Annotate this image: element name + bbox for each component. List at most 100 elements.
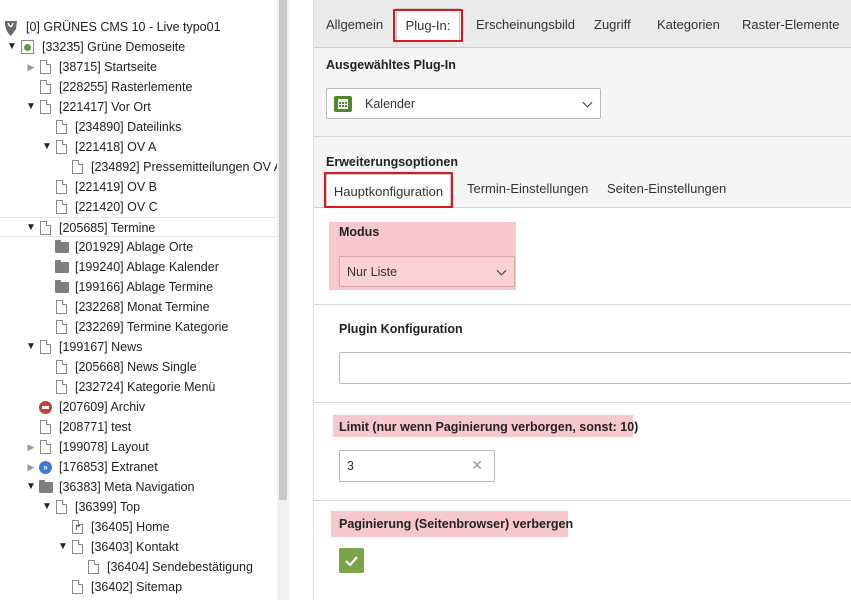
expand-toggle-icon[interactable]: ▶	[25, 457, 37, 477]
page-icon[interactable]	[55, 140, 69, 156]
collapse-toggle-icon[interactable]: ▼	[6, 37, 18, 57]
tree-node-label[interactable]: [221419] OV B	[75, 177, 157, 197]
page-icon[interactable]	[55, 500, 69, 516]
site-root-icon[interactable]	[21, 40, 35, 56]
tree-node[interactable]: ▼ [221417] Vor Ort	[0, 97, 277, 117]
tree-node-label[interactable]: [0] GRÜNES CMS 10 - Live typo01	[26, 17, 221, 37]
typo3-logo-icon[interactable]	[4, 20, 18, 36]
tree-node[interactable]: ▼ [36399] Top	[0, 497, 277, 517]
tree-node-label[interactable]: [221417] Vor Ort	[59, 97, 151, 117]
page-icon[interactable]	[39, 100, 53, 116]
tree-node[interactable]: [199240] Ablage Kalender	[0, 257, 277, 277]
tree-node-label[interactable]: [205685] Termine	[59, 218, 155, 238]
page-icon[interactable]	[55, 320, 69, 336]
tab-zugriff[interactable]: Zugriff	[594, 10, 631, 39]
tree-node[interactable]: ▼ [33235] Grüne Demoseite	[0, 37, 277, 57]
tree-node-label[interactable]: [234892] Pressemitteilungen OV A	[91, 157, 282, 177]
tree-node[interactable]: [221420] OV C	[0, 197, 277, 217]
tree-node[interactable]: ▼ [221418] OV A	[0, 137, 277, 157]
page-icon[interactable]	[55, 200, 69, 216]
tree-node[interactable]: [205668] News Single	[0, 357, 277, 377]
tree-node-label[interactable]: [199166] Ablage Termine	[75, 277, 213, 297]
tree-node-label[interactable]: [221420] OV C	[75, 197, 158, 217]
tree-node-label[interactable]: [199078] Layout	[59, 437, 149, 457]
tree-node[interactable]: [221419] OV B	[0, 177, 277, 197]
tree-node-label[interactable]: [232268] Monat Termine	[75, 297, 210, 317]
pagination-hidden-checkbox[interactable]	[339, 548, 364, 573]
modus-select[interactable]: Nur Liste	[339, 256, 515, 287]
collapse-toggle-icon[interactable]: ▼	[25, 337, 37, 357]
page-icon[interactable]	[39, 420, 53, 436]
tab-kategorien[interactable]: Kategorien	[657, 10, 720, 39]
tree-node-label[interactable]: [232269] Termine Kategorie	[75, 317, 228, 337]
folder-icon[interactable]	[55, 240, 69, 256]
page-icon[interactable]	[39, 80, 53, 96]
tree-node[interactable]: ▶» [176853] Extranet	[0, 457, 277, 477]
tree-node-label[interactable]: [38715] Startseite	[59, 57, 157, 77]
tree-node-label[interactable]: [199167] News	[59, 337, 142, 357]
page-icon[interactable]	[87, 560, 101, 576]
page-tree-scrollbar[interactable]	[277, 0, 289, 600]
page-icon[interactable]	[55, 120, 69, 136]
shortcut-page-icon[interactable]	[71, 520, 85, 536]
tree-node[interactable]: ▼ [36383] Meta Navigation	[0, 477, 277, 497]
page-icon[interactable]	[39, 440, 53, 456]
tree-node[interactable]: [207609] Archiv	[0, 397, 277, 417]
tree-node-label[interactable]: [234890] Dateilinks	[75, 117, 181, 137]
folder-icon[interactable]	[39, 480, 53, 496]
expand-toggle-icon[interactable]: ▶	[25, 437, 37, 457]
plugin-config-field[interactable]	[339, 352, 851, 384]
tree-node-label[interactable]: [207609] Archiv	[59, 397, 145, 417]
tree-node-label[interactable]: [36399] Top	[75, 497, 140, 517]
tree-node-label[interactable]: [232724] Kategorie Menü	[75, 377, 215, 397]
tree-node-label[interactable]: [208771] test	[59, 417, 131, 437]
tree-node[interactable]: [199166] Ablage Termine	[0, 277, 277, 297]
subtab-hauptkonfiguration[interactable]: Hauptkonfiguration	[326, 174, 451, 208]
tree-node[interactable]: ▶ [38715] Startseite	[0, 57, 277, 77]
tree-node-label[interactable]: [36403] Kontakt	[91, 537, 179, 557]
restricted-icon[interactable]	[39, 400, 53, 416]
tree-node[interactable]: [36402] Sitemap	[0, 577, 277, 597]
tree-node-label[interactable]: [221418] OV A	[75, 137, 156, 157]
page-icon[interactable]	[39, 60, 53, 76]
page-icon[interactable]	[55, 380, 69, 396]
tree-node[interactable]: ▼ [205685] Termine	[0, 217, 277, 237]
tree-node[interactable]: [232268] Monat Termine	[0, 297, 277, 317]
tree-node[interactable]: [36404] Sendebestätigung	[0, 557, 277, 577]
page-icon[interactable]	[71, 160, 85, 176]
folder-icon[interactable]	[55, 280, 69, 296]
tree-node-label[interactable]: [36405] Home	[91, 517, 170, 537]
tree-node[interactable]: [234892] Pressemitteilungen OV A	[0, 157, 282, 177]
tree-node[interactable]: [228255] Rasterlemente	[0, 77, 277, 97]
tree-node[interactable]: [234890] Dateilinks	[0, 117, 277, 137]
tree-node[interactable]: [208771] test	[0, 417, 277, 437]
page-icon[interactable]	[71, 580, 85, 596]
plugin-select[interactable]: Kalender	[326, 88, 601, 119]
tree-node-label[interactable]: [33235] Grüne Demoseite	[42, 37, 185, 57]
tab-plugin[interactable]: Plug-In:	[396, 8, 460, 42]
tree-node-label[interactable]: [176853] Extranet	[59, 457, 158, 477]
tree-node-label[interactable]: [205668] News Single	[75, 357, 197, 377]
tree-node[interactable]: [0] GRÜNES CMS 10 - Live typo01	[0, 17, 277, 37]
tree-node-label[interactable]: [228255] Rasterlemente	[59, 77, 192, 97]
tree-node[interactable]: [201929] Ablage Orte	[0, 237, 277, 257]
collapse-toggle-icon[interactable]: ▼	[25, 218, 37, 238]
page-icon[interactable]	[71, 540, 85, 556]
tree-node[interactable]: [36405] Home	[0, 517, 277, 537]
subtab-termin-einstellungen[interactable]: Termin-Einstellungen	[467, 181, 588, 196]
expand-toggle-icon[interactable]: ▶	[25, 57, 37, 77]
tree-node[interactable]: ▶ [199078] Layout	[0, 437, 277, 457]
page-icon[interactable]	[39, 221, 53, 237]
collapse-toggle-icon[interactable]: ▼	[57, 537, 69, 557]
tree-node-label[interactable]: [36404] Sendebestätigung	[107, 557, 253, 577]
collapse-toggle-icon[interactable]: ▼	[25, 97, 37, 117]
page-icon[interactable]	[39, 340, 53, 356]
tab-erscheinungsbild[interactable]: Erscheinungsbild	[476, 10, 575, 39]
extranet-icon[interactable]: »	[39, 460, 53, 476]
subtab-seiten-einstellungen[interactable]: Seiten-Einstellungen	[607, 181, 726, 196]
tab-allgemein[interactable]: Allgemein	[326, 10, 383, 39]
tree-node[interactable]: ▼ [36403] Kontakt	[0, 537, 277, 557]
collapse-toggle-icon[interactable]: ▼	[41, 137, 53, 157]
collapse-toggle-icon[interactable]: ▼	[25, 477, 37, 497]
tree-node-label[interactable]: [36383] Meta Navigation	[59, 477, 195, 497]
